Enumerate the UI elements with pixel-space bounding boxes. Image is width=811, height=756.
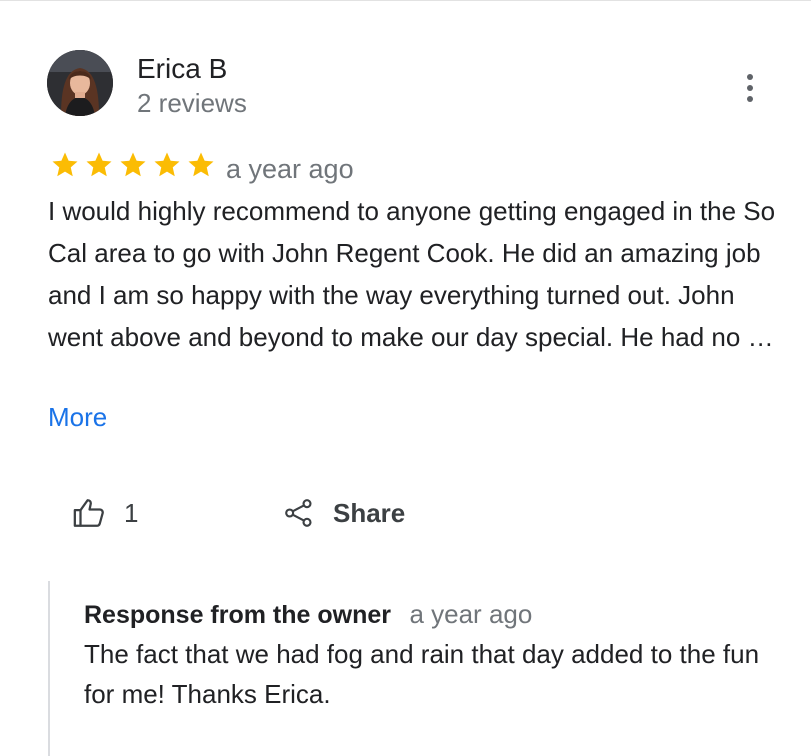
reviewer-avatar[interactable]	[47, 50, 113, 116]
star-filled-icon	[52, 152, 78, 177]
owner-response-text: The fact that we had fog and rain that d…	[84, 639, 760, 709]
share-button[interactable]: Share	[283, 491, 405, 535]
like-button[interactable]: 1	[72, 491, 138, 535]
star-filled-icon	[188, 152, 214, 177]
owner-response-title: Response from the owner	[84, 601, 391, 629]
review-time: a year ago	[226, 154, 354, 184]
reviewer-review-count: 2 reviews	[137, 88, 247, 118]
share-label: Share	[333, 497, 406, 528]
star-rating	[49, 150, 217, 180]
avatar-photo	[47, 50, 113, 116]
more-vert-icon	[747, 74, 753, 102]
thumbs-up-icon	[73, 499, 104, 527]
share-icon	[285, 499, 312, 527]
star-filled-icon	[154, 152, 180, 177]
star-filled-icon	[120, 152, 146, 177]
owner-response: Response from the owner a year ago The f…	[48, 581, 788, 756]
like-count: 1	[124, 497, 139, 528]
star-filled-icon	[86, 152, 112, 177]
review-text: I would highly recommend to anyone getti…	[48, 196, 776, 352]
owner-response-time: a year ago	[409, 599, 533, 629]
reviewer-name[interactable]: Erica B	[137, 52, 227, 86]
owner-response-header: Response from the owner a year ago	[84, 599, 532, 630]
review-card: Erica B 2 reviews a year ago I would hig…	[0, 0, 811, 756]
more-options-button[interactable]	[736, 71, 764, 105]
more-link[interactable]: More	[48, 400, 107, 434]
